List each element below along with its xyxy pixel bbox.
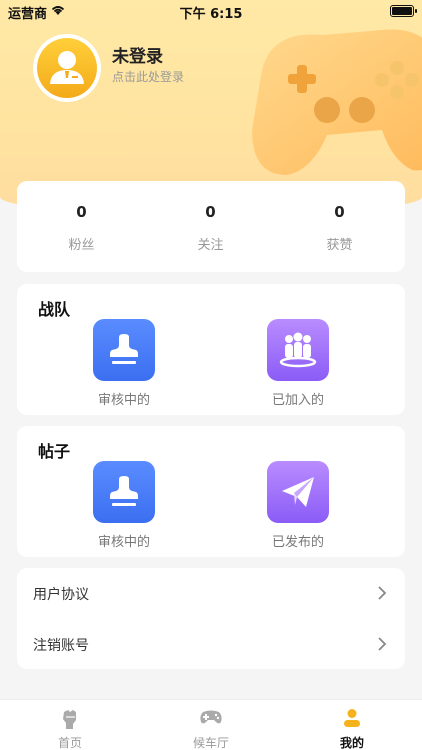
- chevron-right-icon: [378, 637, 387, 651]
- gamepad-icon: [200, 710, 222, 724]
- gamepad-illustration: [252, 29, 422, 175]
- stamp-icon: [93, 461, 155, 523]
- stats-card: 0 粉丝 0 关注 0 获赞: [17, 181, 405, 272]
- tab-label: 我的: [339, 736, 364, 750]
- stat-value: 0: [334, 203, 345, 221]
- tab-home[interactable]: 首页: [0, 700, 140, 750]
- section-title: 帖子: [38, 442, 71, 461]
- team-section: 战队 审核中的 已加入的: [17, 284, 405, 415]
- section-title: 战队: [38, 300, 71, 319]
- stat-fans[interactable]: 0 粉丝: [17, 181, 146, 272]
- tab-label: 首页: [57, 736, 82, 750]
- stat-following[interactable]: 0 关注: [146, 181, 275, 272]
- posts-pending-tile[interactable]: 审核中的: [64, 461, 184, 550]
- team-joined-tile[interactable]: 已加入的: [238, 319, 358, 408]
- tab-bar: 首页 候车厅 我的: [0, 699, 422, 750]
- posts-section: 帖子 审核中的 已发布的: [17, 426, 405, 557]
- stat-value: 0: [76, 203, 87, 221]
- settings-menu: 用户协议 注销账号: [17, 568, 405, 669]
- menu-item-label: 用户协议: [33, 587, 89, 603]
- team-pending-tile[interactable]: 审核中的: [64, 319, 184, 408]
- stamp-icon: [93, 319, 155, 381]
- user-avatar-icon: [50, 51, 84, 84]
- menu-item-delete-account[interactable]: 注销账号: [17, 619, 405, 669]
- stat-label: 获赞: [326, 238, 353, 253]
- stat-label: 粉丝: [68, 238, 95, 253]
- login-hint[interactable]: 点击此处登录: [112, 68, 184, 85]
- chevron-right-icon: [378, 586, 387, 600]
- avatar[interactable]: [33, 34, 101, 102]
- group-icon: [267, 319, 329, 381]
- stat-label: 关注: [197, 238, 224, 253]
- tile-label: 审核中的: [97, 535, 150, 550]
- stat-value: 0: [205, 203, 216, 221]
- tab-label: 候车厅: [192, 736, 229, 750]
- menu-item-user-agreement[interactable]: 用户协议: [17, 568, 405, 618]
- tab-waiting-hall[interactable]: 候车厅: [141, 700, 281, 750]
- tile-label: 审核中的: [97, 393, 150, 408]
- stat-likes[interactable]: 0 获赞: [275, 181, 404, 272]
- paper-plane-icon: [267, 461, 329, 523]
- tile-label: 已加入的: [271, 393, 324, 408]
- status-time: 下午 6:15: [179, 7, 243, 22]
- posts-published-tile[interactable]: 已发布的: [238, 461, 358, 550]
- battery-icon: [390, 5, 417, 17]
- fist-icon: [63, 710, 76, 729]
- tile-label: 已发布的: [271, 535, 324, 550]
- status-bar: 运营商 下午 6:15: [0, 0, 422, 22]
- profile-name[interactable]: 未登录: [112, 42, 163, 67]
- menu-item-label: 注销账号: [33, 638, 89, 654]
- person-icon: [344, 709, 360, 727]
- tab-mine[interactable]: 我的: [282, 700, 422, 750]
